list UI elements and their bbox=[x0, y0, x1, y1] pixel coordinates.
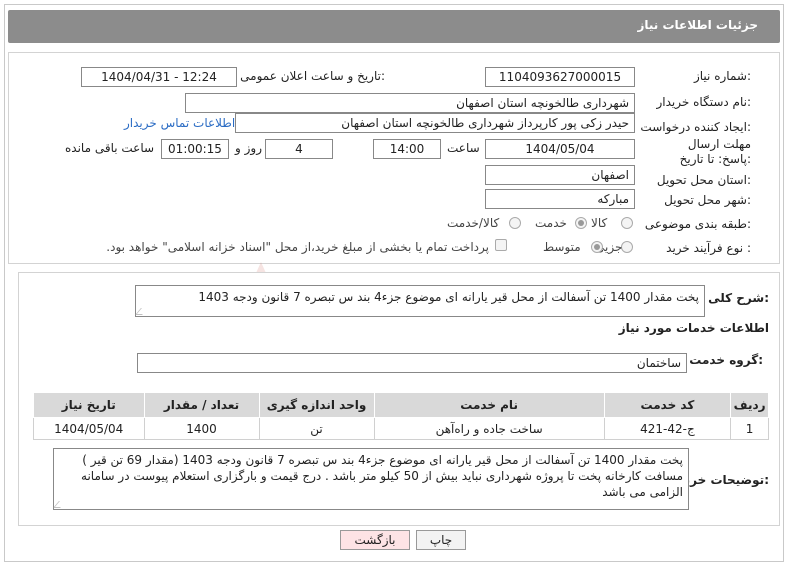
remaining-days-field[interactable]: 4 bbox=[265, 139, 333, 159]
deadline-time-label: ساعت bbox=[447, 141, 480, 155]
process-radio-medium[interactable] bbox=[591, 241, 603, 253]
service-group-label: گروه خدمت: bbox=[689, 353, 763, 367]
need-number-field[interactable]: 1104093627000015 bbox=[485, 67, 635, 87]
process-radio-minor[interactable] bbox=[621, 241, 633, 253]
province-field[interactable]: اصفهان bbox=[485, 165, 635, 185]
buyer-notes-textarea[interactable]: پخت مقدار 1400 تن آسفالت از محل قیر یارا… bbox=[53, 448, 689, 510]
city-field[interactable]: مبارکه bbox=[485, 189, 635, 209]
cell-unit: تن bbox=[258, 417, 375, 440]
category-option-goods: کالا bbox=[591, 216, 608, 230]
creator-field[interactable]: حیدر زکی پور کارپرداز شهرداری طالخونچه ا… bbox=[235, 113, 635, 133]
need-info-panel: شماره نیاز: 1104093627000015 تاریخ و ساع… bbox=[8, 52, 780, 264]
buyer-notes-text: پخت مقدار 1400 تن آسفالت از محل قیر یارا… bbox=[81, 453, 683, 499]
category-option-service: خدمت bbox=[535, 216, 567, 230]
creator-label: ایجاد کننده درخواست: bbox=[640, 120, 751, 134]
city-label: شهر محل تحویل: bbox=[664, 193, 751, 207]
cell-quantity: 1400 bbox=[143, 417, 260, 440]
announce-label: تاریخ و ساعت اعلان عمومی: bbox=[240, 69, 385, 83]
cell-row: 1 bbox=[730, 417, 769, 440]
deadline-label: مهلت ارسال پاسخ: تا تاریخ: bbox=[679, 137, 751, 166]
buyer-contact-link[interactable]: اطلاعات تماس خریدار bbox=[124, 116, 235, 130]
summary-text: پخت مقدار 1400 تن آسفالت از محل قیر یارا… bbox=[198, 290, 699, 304]
page-title: جزئیات اطلاعات نیاز bbox=[637, 18, 758, 32]
cell-need-date: 1404/05/04 bbox=[33, 417, 145, 440]
announce-datetime-field[interactable]: 1404/04/31 - 12:24 bbox=[81, 67, 237, 87]
services-title: اطلاعات خدمات مورد نیاز bbox=[618, 321, 769, 335]
col-quantity: تعداد / مقدار bbox=[143, 392, 260, 418]
process-option-medium: متوسط bbox=[543, 240, 581, 254]
need-number-label: شماره نیاز: bbox=[693, 69, 751, 83]
treasury-checkbox[interactable] bbox=[495, 239, 507, 251]
payment-note: پرداخت تمام یا بخشی از مبلغ خرید،از محل … bbox=[106, 240, 489, 254]
deadline-time-field[interactable]: 14:00 bbox=[373, 139, 441, 159]
category-radio-goods-service[interactable] bbox=[509, 217, 521, 229]
service-group-field[interactable]: ساختمان bbox=[137, 353, 687, 373]
days-label: روز و bbox=[235, 141, 262, 155]
services-table: ردیف کد خدمت نام خدمت واحد اندازه گیری ت… bbox=[33, 392, 769, 440]
deadline-date-field[interactable]: 1404/05/04 bbox=[485, 139, 635, 159]
title-bar: جزئیات اطلاعات نیاز bbox=[8, 10, 780, 43]
back-button[interactable]: بازگشت bbox=[340, 530, 410, 550]
cell-service-name: ساخت جاده و راه‌آهن bbox=[373, 417, 605, 440]
resize-grip-icon[interactable] bbox=[53, 501, 66, 508]
col-row: ردیف bbox=[730, 392, 769, 418]
col-service-code: کد خدمت bbox=[603, 392, 732, 418]
summary-textarea[interactable]: پخت مقدار 1400 تن آسفالت از محل قیر یارا… bbox=[135, 285, 705, 317]
services-table-header: ردیف کد خدمت نام خدمت واحد اندازه گیری ت… bbox=[33, 392, 769, 418]
process-label: نوع فرآیند خرید : bbox=[666, 241, 751, 255]
cell-service-code: ج-42-421 bbox=[603, 417, 732, 440]
details-panel: شرح کلی نیاز: پخت مقدار 1400 تن آسفالت ا… bbox=[18, 272, 780, 526]
buyer-org-label: نام دستگاه خریدار: bbox=[656, 95, 752, 109]
resize-grip-icon[interactable] bbox=[135, 308, 148, 315]
buyer-org-field[interactable]: شهرداری طالخونچه استان اصفهان bbox=[185, 93, 635, 113]
col-service-name: نام خدمت bbox=[373, 392, 605, 418]
remaining-time-label: ساعت باقی مانده bbox=[65, 141, 155, 155]
table-row[interactable]: 1 ج-42-421 ساخت جاده و راه‌آهن تن 1400 1… bbox=[33, 417, 769, 440]
category-radio-goods[interactable] bbox=[621, 217, 633, 229]
category-radio-service[interactable] bbox=[575, 217, 587, 229]
col-need-date: تاریخ نیاز bbox=[33, 392, 145, 418]
province-label: استان محل تحویل: bbox=[656, 173, 751, 187]
remaining-time-field[interactable]: 01:00:15 bbox=[161, 139, 229, 159]
category-option-goods-service: کالا/خدمت bbox=[447, 216, 500, 230]
col-unit: واحد اندازه گیری bbox=[258, 392, 375, 418]
print-button[interactable]: چاپ bbox=[416, 530, 466, 550]
category-label: طبقه بندی موضوعی: bbox=[644, 217, 751, 231]
